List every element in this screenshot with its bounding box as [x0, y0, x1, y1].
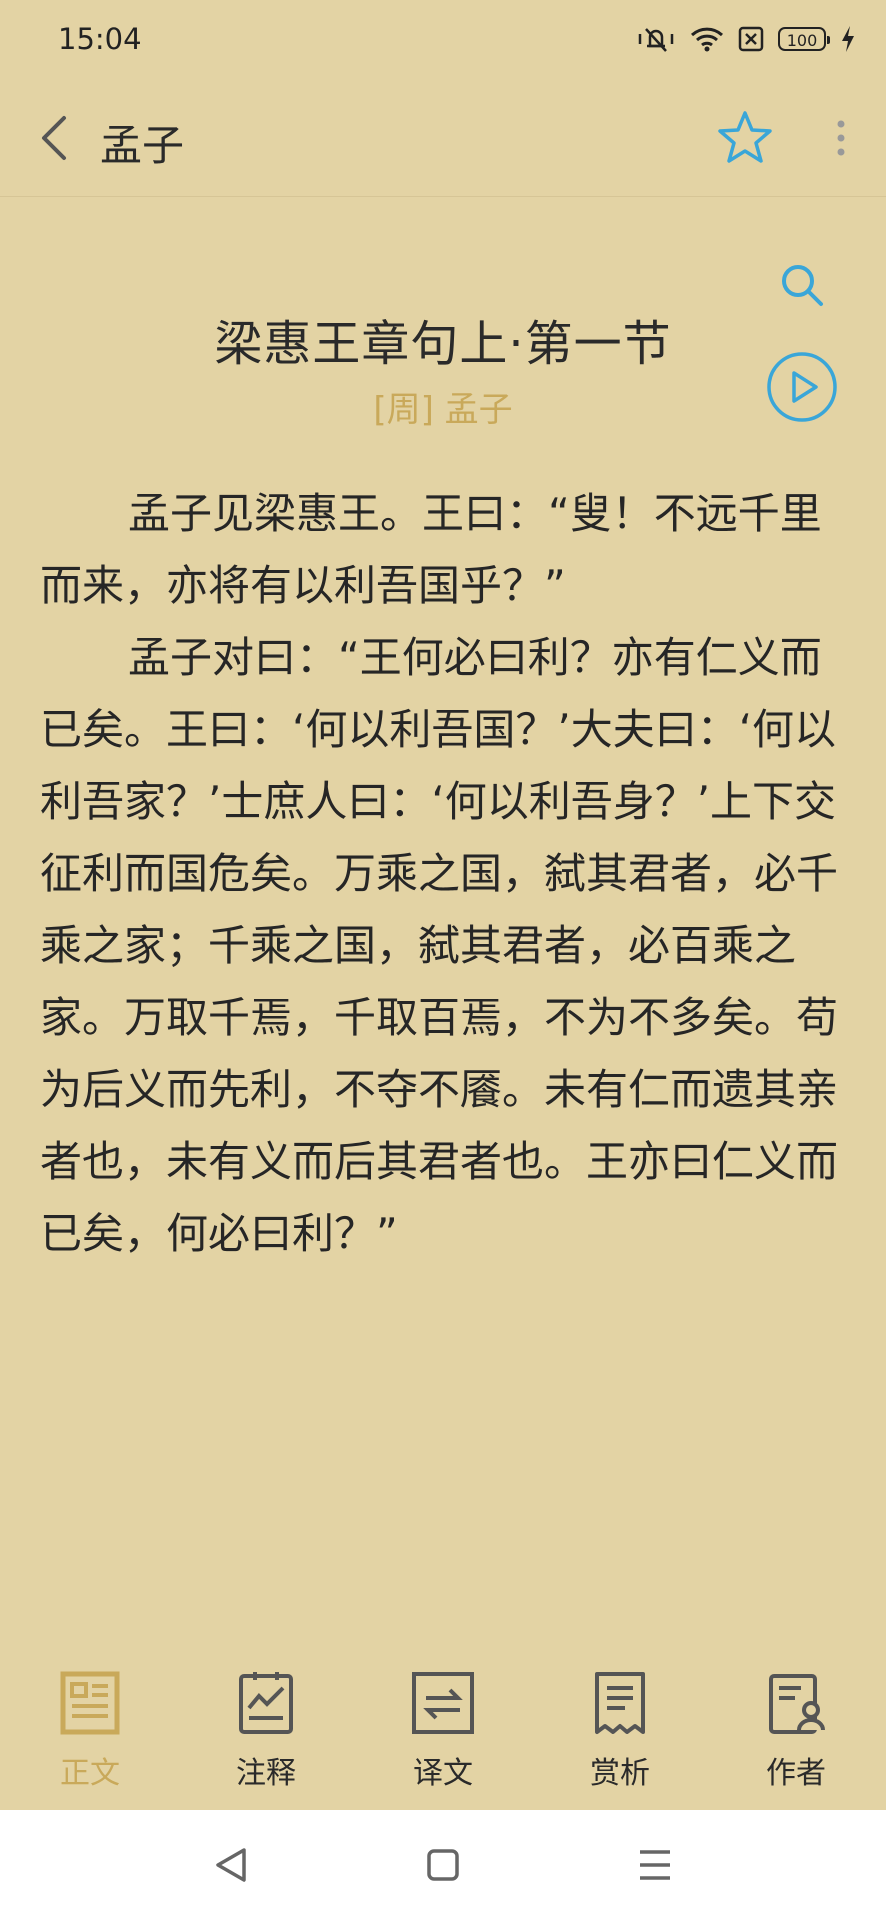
app-title: 孟子 — [100, 121, 185, 170]
nav-back-button[interactable] — [206, 1840, 256, 1890]
search-button[interactable] — [777, 260, 827, 310]
more-vert-icon — [837, 120, 845, 156]
system-nav-bar — [0, 1810, 886, 1920]
notes-chart-icon — [239, 1672, 293, 1734]
tab-notes[interactable]: 注释 — [186, 1648, 346, 1810]
more-options-button[interactable] — [826, 116, 856, 160]
author-profile-icon — [769, 1674, 825, 1734]
tab-translation[interactable]: 译文 — [363, 1648, 523, 1810]
tab-text[interactable]: 正文 — [10, 1648, 170, 1810]
article-body: 孟子见梁惠王。王曰：“叟！不远千里而来，亦将有以利吾国乎？” 孟子对曰：“王何必… — [40, 478, 850, 1270]
author-line: [周] 孟子 — [373, 390, 513, 430]
paragraph: 孟子见梁惠王。王曰：“叟！不远千里而来，亦将有以利吾国乎？” — [40, 489, 822, 610]
translate-icon — [412, 1672, 474, 1734]
tab-label: 赏析 — [590, 1756, 650, 1791]
charging-icon — [842, 26, 854, 52]
tab-label: 译文 — [413, 1756, 473, 1791]
status-bar: 15:04 100 — [0, 0, 886, 80]
tab-label: 作者 — [766, 1756, 826, 1791]
tab-author[interactable]: 作者 — [716, 1648, 876, 1810]
favorite-button[interactable] — [715, 108, 775, 168]
wifi-icon — [690, 27, 724, 52]
menu-lines-icon — [640, 1850, 670, 1880]
back-button[interactable] — [30, 110, 86, 166]
paragraph: 孟子对曰：“王何必曰利？亦有仁义而已矣。王曰：‘何以利吾国？’大夫曰：‘何以利吾… — [40, 633, 839, 1258]
bottom-tab-bar: 正文 注释 译文 赏析 作者 — [0, 1648, 886, 1810]
square-home-icon — [427, 1849, 459, 1881]
app-bar: 孟子 — [0, 80, 886, 197]
status-time: 15:04 — [58, 22, 142, 56]
receipt-icon — [595, 1672, 645, 1734]
text-doc-icon — [60, 1671, 120, 1735]
battery-indicator: 100 — [778, 27, 830, 51]
tab-appreciation[interactable]: 赏析 — [540, 1648, 700, 1810]
nav-home-button[interactable] — [418, 1840, 468, 1890]
chapter-title: 梁惠王章句上·第一节 — [214, 316, 672, 372]
tab-label: 注释 — [236, 1756, 296, 1791]
back-arrow-icon — [42, 116, 66, 160]
triangle-back-icon — [216, 1848, 246, 1882]
status-icons: 100 — [636, 22, 856, 56]
mute-vibrate-icon — [638, 28, 674, 52]
tab-label: 正文 — [60, 1756, 120, 1791]
star-icon — [718, 111, 772, 163]
sim-disabled-icon — [738, 26, 764, 52]
nav-recents-button[interactable] — [630, 1840, 680, 1890]
search-icon — [782, 265, 823, 306]
